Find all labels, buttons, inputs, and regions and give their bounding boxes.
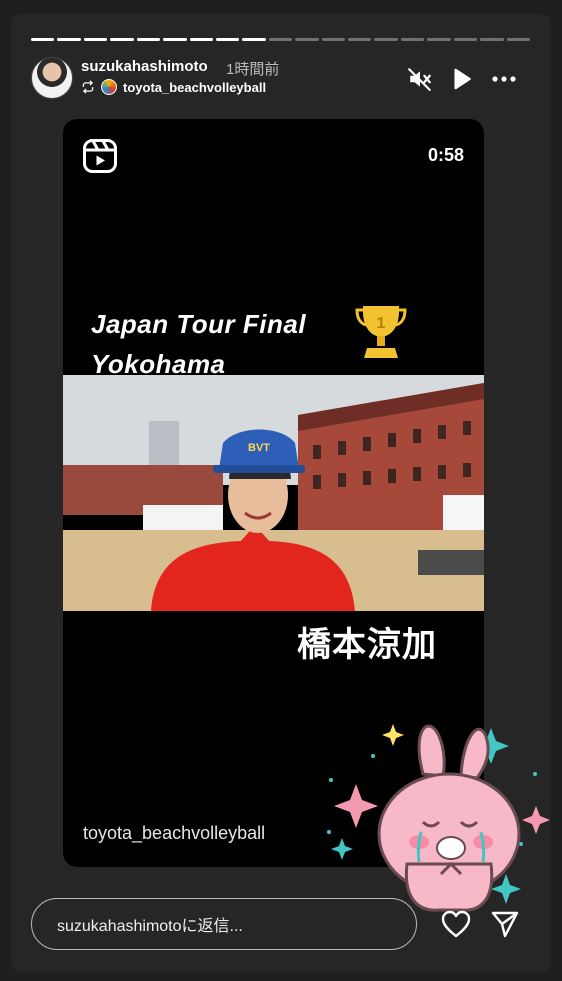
story-progress-segment	[136, 38, 161, 41]
svg-text:1: 1	[377, 315, 386, 332]
story-progress-segment	[31, 38, 55, 41]
story-progress-segment	[453, 38, 478, 41]
reel-account-overlay: toyota_beachvolleyball	[83, 823, 266, 843]
story-progress-segment	[268, 38, 293, 41]
post-time: 1時間前	[226, 61, 280, 78]
paper-plane-icon[interactable]	[490, 909, 520, 939]
story-progress-segment	[506, 38, 531, 41]
story-progress-segment	[83, 38, 108, 41]
video-duration: 0:58	[427, 145, 464, 165]
story-progress-segment	[374, 38, 398, 41]
story-progress-segment	[348, 38, 372, 41]
trophy-icon: 1	[355, 306, 407, 358]
story-progress-segment	[163, 38, 187, 41]
avatar[interactable]	[31, 57, 73, 99]
story-progress-segment	[242, 38, 266, 41]
video-headline: Japan Tour Final Yokohama	[91, 304, 306, 384]
username[interactable]: suzukahashimoto	[81, 58, 208, 75]
reposted-account-avatar	[101, 79, 117, 95]
reply-input[interactable]: suzukahashimotoに返信...	[31, 898, 417, 950]
story-progress-segment	[427, 38, 451, 41]
story-progress-segment	[480, 38, 504, 41]
story-progress-segment	[321, 38, 346, 41]
player-name-caption: 橋本涼加	[297, 626, 437, 664]
story-progress-bar	[31, 38, 531, 41]
reply-placeholder: suzukahashimotoに返信...	[57, 918, 243, 935]
repost-attribution[interactable]: toyota_beachvolleyball	[81, 79, 266, 95]
play-icon[interactable]	[448, 66, 474, 92]
headline-line-1: Japan Tour Final	[91, 309, 307, 339]
story-progress-segment	[57, 38, 81, 41]
cap-logo: BVT	[248, 442, 270, 454]
story-viewer: suzukahashimoto 1時間前 toyota_beachvolleyb…	[11, 14, 551, 972]
reposted-account-name: toyota_beachvolleyball	[123, 79, 267, 95]
speaker-muted-icon[interactable]	[407, 66, 433, 92]
reels-icon	[83, 139, 117, 173]
more-options-icon[interactable]	[491, 66, 517, 92]
story-progress-segment	[295, 38, 319, 41]
story-progress-segment	[215, 38, 240, 41]
story-progress-segment	[110, 38, 134, 41]
heart-icon[interactable]	[441, 910, 471, 938]
repost-icon	[82, 80, 94, 94]
bunny-sticker	[327, 724, 550, 912]
story-progress-segment	[189, 38, 213, 41]
story-progress-segment	[400, 38, 425, 41]
video-still-image: BVT	[63, 375, 484, 611]
